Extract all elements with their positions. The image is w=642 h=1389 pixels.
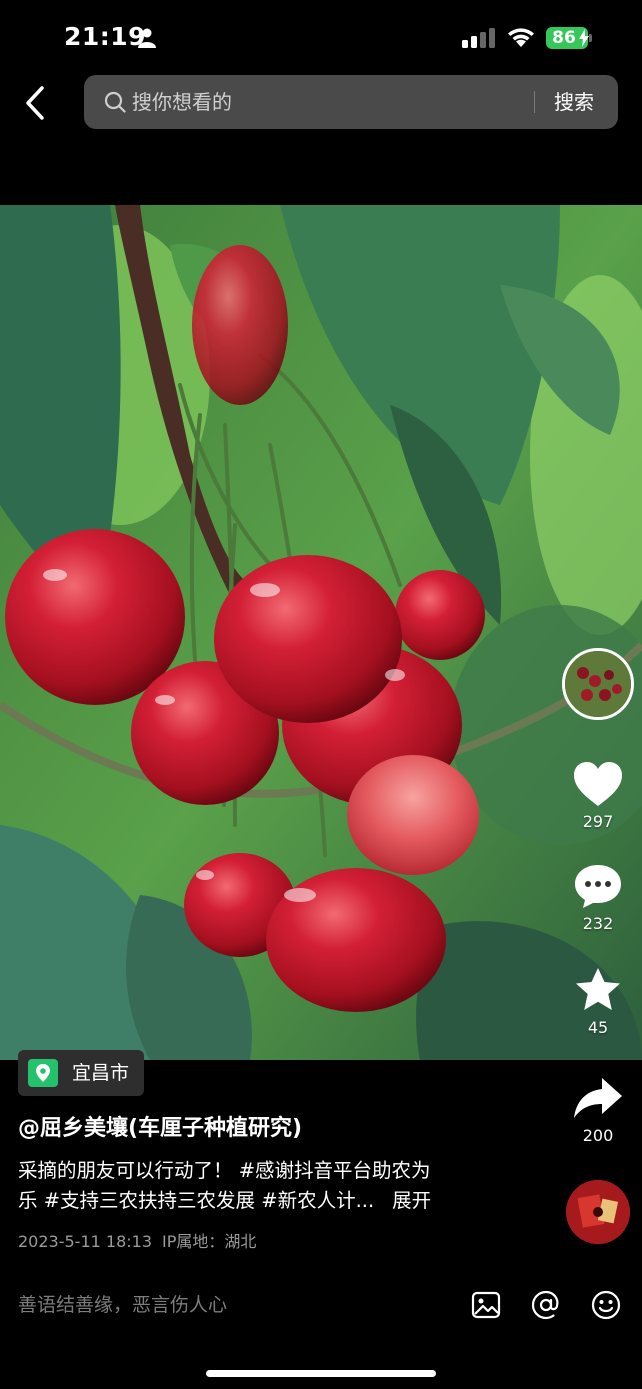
search-divider [534,91,535,113]
comment-button[interactable]: 232 [566,862,630,933]
search-input[interactable]: 搜你想看的 [132,75,232,129]
at-icon[interactable] [530,1289,562,1321]
search-button[interactable]: 搜索 [554,75,594,129]
signal-icon [462,28,495,48]
search-icon [104,91,126,113]
favorite-count: 45 [587,1018,609,1037]
image-icon[interactable] [470,1289,502,1321]
emoji-icon[interactable] [590,1289,622,1321]
share-arrow-icon [574,1078,622,1118]
author-avatar[interactable] [562,648,634,720]
heart-icon [574,762,622,806]
home-indicator[interactable] [206,1370,436,1377]
star-icon [576,968,620,1010]
charging-bolt-icon [579,29,589,47]
location-tag[interactable]: 宜昌市 [18,1050,144,1096]
author-name[interactable]: @屈乡美壤(车厘子种植研究) [18,1110,302,1142]
comment-count: 232 [582,914,614,933]
status-time: 21:19 [64,22,147,51]
ip-location: IP属地：湖北 [162,1232,257,1251]
battery-icon: 86 [546,27,592,49]
share-count: 200 [582,1126,614,1145]
favorite-button[interactable]: 45 [566,966,630,1037]
location-pin-icon [28,1059,58,1087]
post-date: 2023-5-11 18:13 [18,1232,152,1251]
description-line: 乐 #支持三农扶持三农发展 #新农人计... 展开 [18,1186,538,1216]
person-icon [138,28,156,48]
music-disc[interactable] [566,1180,630,1244]
share-button[interactable]: 200 [566,1074,630,1145]
status-bar: 21:19 86 [0,0,642,70]
post-description: 采摘的朋友可以行动了！ #感谢抖音平台助农为 乐 #支持三农扶持三农发展 #新农… [18,1156,538,1216]
like-count: 297 [582,812,614,831]
description-line: 采摘的朋友可以行动了！ #感谢抖音平台助农为 [18,1159,431,1182]
location-label: 宜昌市 [72,1062,130,1084]
like-button[interactable]: 297 [566,760,630,831]
post-meta: 2023-5-11 18:13 IP属地：湖北 [18,1228,256,1252]
video-frame [0,205,642,1060]
comment-input[interactable]: 善语结善缘，恶言伤人心 [18,1290,227,1317]
chevron-left-icon [26,86,44,120]
description-text: 乐 #支持三农扶持三农发展 #新农人计... [18,1189,375,1212]
wifi-icon [508,28,534,47]
battery-level: 86 [552,28,576,48]
back-button[interactable] [16,82,56,124]
video-player[interactable] [0,205,642,1060]
comment-icon [575,865,621,908]
search-bar[interactable]: 搜你想看的 搜索 [84,75,618,129]
expand-link[interactable]: 展开 [392,1189,431,1212]
